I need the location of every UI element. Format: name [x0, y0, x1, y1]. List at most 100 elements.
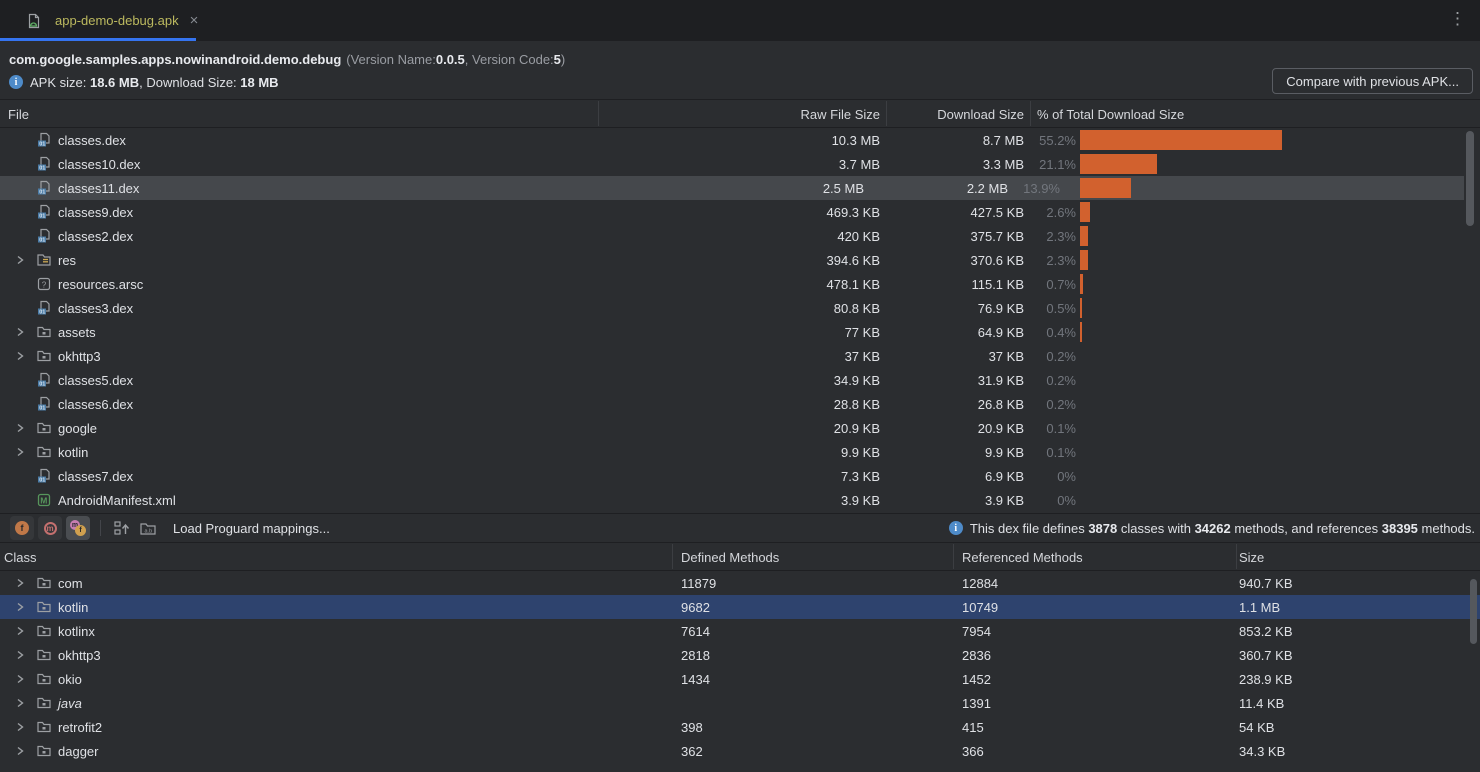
- download-size: 26.8 KB: [978, 392, 1024, 416]
- more-options-icon[interactable]: ⋮: [1449, 10, 1466, 27]
- raw-file-size: 7.3 KB: [841, 464, 880, 488]
- download-size-bar: [1080, 298, 1082, 318]
- chevron-right-icon[interactable]: [12, 444, 28, 460]
- chevron-right-icon[interactable]: [12, 647, 28, 663]
- pct-of-total: 0.2%: [1046, 344, 1076, 368]
- column-header-raw-file-size[interactable]: Raw File Size: [801, 100, 880, 128]
- file-row-assets[interactable]: assets77 KB64.9 KB0.4%: [0, 320, 1480, 344]
- file-name-cell: 01classes9.dex: [0, 200, 133, 224]
- file-row-classes3.dex[interactable]: 01classes3.dex80.8 KB76.9 KB0.5%: [0, 296, 1480, 320]
- file-row-classes11.dex[interactable]: 01classes11.dex2.5 MB2.2 MB13.9%: [0, 176, 1464, 200]
- defined-methods: 7614: [681, 619, 710, 643]
- defined-methods: 1434: [681, 667, 710, 691]
- download-size: 370.6 KB: [971, 248, 1025, 272]
- package-size: 360.7 KB: [1239, 643, 1293, 667]
- class-row-retrofit2[interactable]: retrofit239841554 KB: [0, 715, 1480, 739]
- column-header-download-size[interactable]: Download Size: [937, 100, 1024, 128]
- file-row-classes6.dex[interactable]: 01classes6.dex28.8 KB26.8 KB0.2%: [0, 392, 1480, 416]
- class-row-com[interactable]: com1187912884940.7 KB: [0, 571, 1480, 595]
- package-size: 54 KB: [1239, 715, 1274, 739]
- download-size: 115.1 KB: [971, 272, 1024, 296]
- class-row-java[interactable]: java139111.4 KB: [0, 691, 1480, 715]
- tab-app-demo-debug-apk[interactable]: app-demo-debug.apk ×: [0, 0, 212, 41]
- column-header-size[interactable]: Size: [1239, 543, 1264, 571]
- file-row-kotlin[interactable]: kotlin9.9 KB9.9 KB0.1%: [0, 440, 1480, 464]
- file-row-classes10.dex[interactable]: 01classes10.dex3.7 MB3.3 MB21.1%: [0, 152, 1480, 176]
- chevron-right-icon[interactable]: [12, 599, 28, 615]
- folder-icon: [36, 599, 52, 615]
- file-row-res[interactable]: res394.6 KB370.6 KB2.3%: [0, 248, 1480, 272]
- download-size: 3.9 KB: [985, 488, 1024, 512]
- file-name-cell: 01classes7.dex: [0, 464, 133, 488]
- folder-icon: [36, 719, 52, 735]
- show-referenced-nodes-button[interactable]: mf: [66, 516, 90, 540]
- package-size: 238.9 KB: [1239, 667, 1293, 691]
- column-header-referenced-methods[interactable]: Referenced Methods: [962, 543, 1083, 571]
- column-header-defined-methods[interactable]: Defined Methods: [681, 543, 779, 571]
- file-name-cell: okhttp3: [0, 344, 101, 368]
- file-row-resources.arsc[interactable]: ?resources.arsc478.1 KB115.1 KB0.7%: [0, 272, 1480, 296]
- file-table-scrollbar-thumb[interactable]: [1466, 131, 1474, 226]
- file-row-classes2.dex[interactable]: 01classes2.dex420 KB375.7 KB2.3%: [0, 224, 1480, 248]
- column-header-class[interactable]: Class: [4, 543, 37, 571]
- chevron-right-icon[interactable]: [12, 719, 28, 735]
- svg-text:01: 01: [39, 477, 45, 483]
- compare-previous-apk-button[interactable]: Compare with previous APK...: [1272, 68, 1473, 94]
- class-row-okio[interactable]: okio14341452238.9 KB: [0, 667, 1480, 691]
- download-size: 20.9 KB: [978, 416, 1024, 440]
- column-divider: [953, 544, 954, 569]
- generate-keep-rules-icon[interactable]: [111, 517, 133, 539]
- class-table-scrollbar-thumb[interactable]: [1470, 579, 1477, 644]
- package-size: 1.1 MB: [1239, 595, 1280, 619]
- dex-icon: 01: [36, 396, 52, 412]
- file-row-AndroidManifest.xml[interactable]: MAndroidManifest.xml3.9 KB3.9 KB0%: [0, 488, 1480, 512]
- chevron-right-icon[interactable]: [12, 324, 28, 340]
- file-row-classes9.dex[interactable]: 01classes9.dex469.3 KB427.5 KB2.6%: [0, 200, 1480, 224]
- class-row-kotlin[interactable]: kotlin9682107491.1 MB: [0, 595, 1480, 619]
- chevron-right-icon[interactable]: [12, 671, 28, 687]
- svg-text:01: 01: [39, 141, 45, 147]
- file-name: classes6.dex: [58, 397, 133, 412]
- svg-text:01: 01: [39, 165, 45, 171]
- class-row-dagger[interactable]: dagger36236634.3 KB: [0, 739, 1480, 763]
- chevron-right-icon[interactable]: [12, 743, 28, 759]
- chevron-right-icon[interactable]: [12, 252, 28, 268]
- file-row-classes5.dex[interactable]: 01classes5.dex34.9 KB31.9 KB0.2%: [0, 368, 1480, 392]
- chevron-right-icon[interactable]: [12, 695, 28, 711]
- pct-of-total: 0.1%: [1046, 416, 1076, 440]
- file-name-cell: google: [0, 416, 97, 440]
- show-methods-button[interactable]: m: [38, 516, 62, 540]
- column-header-file[interactable]: File: [8, 100, 29, 128]
- defined-methods: 398: [681, 715, 703, 739]
- info-icon: i: [9, 75, 23, 89]
- chevron-right-icon[interactable]: [12, 348, 28, 364]
- file-row-okhttp3[interactable]: okhttp337 KB37 KB0.2%: [0, 344, 1480, 368]
- toolbar-separator: [100, 520, 101, 536]
- pct-of-total: 0.4%: [1046, 320, 1076, 344]
- chevron-right-icon[interactable]: [12, 420, 28, 436]
- file-row-google[interactable]: google20.9 KB20.9 KB0.1%: [0, 416, 1480, 440]
- download-size: 3.3 MB: [983, 152, 1024, 176]
- download-size: 31.9 KB: [978, 368, 1024, 392]
- referenced-methods: 366: [962, 739, 984, 763]
- package-size: 940.7 KB: [1239, 571, 1293, 595]
- file-row-classes7.dex[interactable]: 01classes7.dex7.3 KB6.9 KB0%: [0, 464, 1480, 488]
- class-row-kotlinx[interactable]: kotlinx76147954853.2 KB: [0, 619, 1480, 643]
- chevron-right-icon[interactable]: [12, 623, 28, 639]
- deobfuscate-names-icon[interactable]: a.b: [137, 517, 159, 539]
- download-size-bar: [1080, 202, 1090, 222]
- svg-text:01: 01: [39, 237, 45, 243]
- show-fields-button[interactable]: f: [10, 516, 34, 540]
- column-divider: [672, 544, 673, 569]
- editor-tab-bar: app-demo-debug.apk × ⋮: [0, 0, 1480, 41]
- tab-close-icon[interactable]: ×: [190, 13, 199, 28]
- file-row-classes.dex[interactable]: 01classes.dex10.3 MB8.7 MB55.2%: [0, 128, 1480, 152]
- pct-of-total: 21.1%: [1039, 152, 1076, 176]
- chevron-right-icon[interactable]: [12, 575, 28, 591]
- column-header-pct-total[interactable]: % of Total Download Size: [1037, 100, 1184, 128]
- package-name: okhttp3: [58, 648, 101, 663]
- load-proguard-mappings-link[interactable]: Load Proguard mappings...: [173, 521, 330, 536]
- class-table-body: com1187912884940.7 KBkotlin9682107491.1 …: [0, 571, 1480, 763]
- class-row-okhttp3[interactable]: okhttp328182836360.7 KB: [0, 643, 1480, 667]
- apk-summary-header: com.google.samples.apps.nowinandroid.dem…: [0, 41, 1480, 100]
